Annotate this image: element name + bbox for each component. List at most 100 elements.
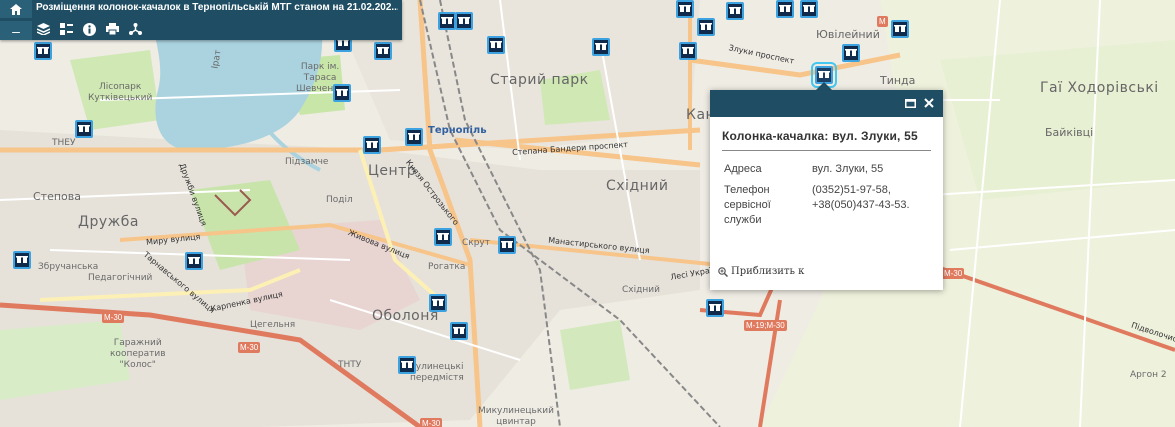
- road-shield-m19: М-19;М-30: [744, 320, 787, 331]
- zoom-in-icon: [718, 266, 728, 277]
- layers-button[interactable]: [36, 22, 51, 37]
- road-shield-m-top: М: [877, 16, 888, 27]
- popup-title: Колонка-качалка: вул. Злуки, 55: [722, 129, 931, 151]
- pump-marker[interactable]: [498, 236, 516, 254]
- place-druzhba: Дружба: [78, 214, 139, 230]
- pump-icon: [779, 5, 791, 12]
- place-tneu: ТНЕУ: [52, 138, 76, 148]
- pump-icon: [709, 304, 721, 311]
- map-view[interactable]: Ювілейний Тинда Гаї Ходорівські Байківці…: [0, 0, 1175, 427]
- pump-marker[interactable]: [450, 322, 468, 340]
- pump-icon: [894, 25, 906, 32]
- place-mykulynetskyi: Микулинецький цвинтар: [478, 406, 554, 427]
- pump-icon: [729, 7, 741, 14]
- pump-marker[interactable]: [13, 251, 31, 269]
- place-tseglyana: Цегельня: [250, 320, 296, 330]
- legend-icon: [60, 23, 73, 35]
- pump-marker[interactable]: [398, 356, 416, 374]
- pump-marker[interactable]: [891, 20, 909, 38]
- pump-marker[interactable]: [592, 38, 610, 56]
- pump-marker[interactable]: [487, 36, 505, 54]
- place-skrut: Скрут: [462, 238, 491, 248]
- attribute-table: Адреса вул. Злуки, 55 Телефон сервісної …: [720, 159, 943, 231]
- attribute-row: Телефон сервісної служби (0352)51-97-58,…: [720, 180, 943, 231]
- pump-marker[interactable]: [333, 84, 351, 102]
- feature-popup: Колонка-качалка: вул. Злуки, 55 Адреса в…: [710, 82, 943, 290]
- pump-marker[interactable]: [455, 12, 473, 30]
- pump-icon: [377, 47, 389, 54]
- zoom-out-button[interactable]: –: [0, 21, 32, 40]
- pump-icon: [78, 125, 90, 132]
- road-shield-m30-c: М-30: [420, 418, 443, 427]
- place-kutyl: кулинецькі передмістя: [410, 362, 464, 383]
- close-button[interactable]: [922, 96, 936, 110]
- place-argon: Аргон 2: [1130, 370, 1167, 380]
- maximize-icon: [904, 98, 916, 108]
- pump-icon: [700, 23, 712, 30]
- pump-icon: [453, 327, 465, 334]
- popup-header: [710, 90, 943, 117]
- pump-marker[interactable]: [697, 18, 715, 36]
- pump-icon: [679, 5, 691, 12]
- road-shield-m30-d: М-30: [942, 268, 965, 279]
- pump-marker[interactable]: [374, 42, 392, 60]
- zoom-to-link[interactable]: Приблизить к: [718, 266, 804, 277]
- toolbar: [36, 20, 143, 38]
- place-rogatka: Рогатка: [428, 262, 466, 272]
- pump-marker[interactable]: [676, 0, 694, 18]
- print-icon: [106, 23, 119, 35]
- pump-icon: [818, 71, 830, 78]
- info-button[interactable]: [82, 22, 97, 37]
- legend-button[interactable]: [59, 22, 74, 37]
- home-button[interactable]: [0, 0, 32, 18]
- road-shield-m30-a: М-30: [102, 312, 125, 323]
- attribute-value: (0352)51-97-58, +38(050)437-43-53.: [812, 184, 910, 211]
- place-baikivtsi: Байківці: [1045, 126, 1094, 139]
- pump-marker[interactable]: [776, 0, 794, 18]
- pump-marker[interactable]: [706, 299, 724, 317]
- share-button[interactable]: [128, 22, 143, 37]
- pump-marker[interactable]: [434, 228, 452, 246]
- info-icon: [83, 22, 96, 36]
- place-lisopark: Лісопарк Кутківецький: [88, 82, 153, 103]
- app-title: Розміщення колонок-качалок в Тернопільсь…: [36, 2, 398, 13]
- pump-icon: [408, 133, 420, 140]
- place-tntu: ТНТУ: [338, 360, 362, 370]
- attribute-row: Адреса вул. Злуки, 55: [720, 159, 943, 180]
- pump-marker[interactable]: [679, 42, 697, 60]
- pump-marker[interactable]: [842, 44, 860, 62]
- pump-marker[interactable]: [405, 128, 423, 146]
- pump-icon: [682, 47, 694, 54]
- place-zbruchanska: Збручанська: [38, 262, 99, 272]
- print-button[interactable]: [105, 22, 120, 37]
- pump-icon: [595, 43, 607, 50]
- pump-icon: [490, 41, 502, 48]
- pump-icon: [845, 49, 857, 56]
- place-hai-khodorivski: Гаї Ходорівські: [1040, 80, 1159, 96]
- pump-icon: [432, 299, 444, 306]
- pump-marker[interactable]: [800, 0, 818, 18]
- place-pedagogichnyi: Педагогічний: [88, 273, 153, 283]
- place-pidzamche: Підзамче: [285, 157, 329, 167]
- pump-marker[interactable]: [75, 120, 93, 138]
- pump-icon: [401, 361, 413, 368]
- maximize-button[interactable]: [903, 96, 917, 110]
- pump-icon: [37, 47, 49, 54]
- pump-marker[interactable]: [438, 12, 456, 30]
- road-shield-m30-b: М-30: [238, 342, 261, 353]
- pump-icon: [501, 241, 513, 248]
- pump-marker[interactable]: [429, 294, 447, 312]
- layers-icon: [37, 23, 50, 35]
- pump-marker[interactable]: [185, 252, 203, 270]
- place-garage: Гаражний кооператив "Колос": [110, 338, 166, 370]
- pump-icon: [437, 233, 449, 240]
- basemap: [0, 0, 1175, 427]
- pump-marker[interactable]: [726, 2, 744, 20]
- close-icon: [924, 98, 934, 108]
- pump-marker[interactable]: [363, 136, 381, 154]
- pump-marker[interactable]: [34, 42, 52, 60]
- zoom-to-label: Приблизить к: [731, 266, 805, 277]
- pump-icon: [458, 17, 470, 24]
- place-stepova: Степова: [33, 190, 82, 203]
- pump-icon: [803, 5, 815, 12]
